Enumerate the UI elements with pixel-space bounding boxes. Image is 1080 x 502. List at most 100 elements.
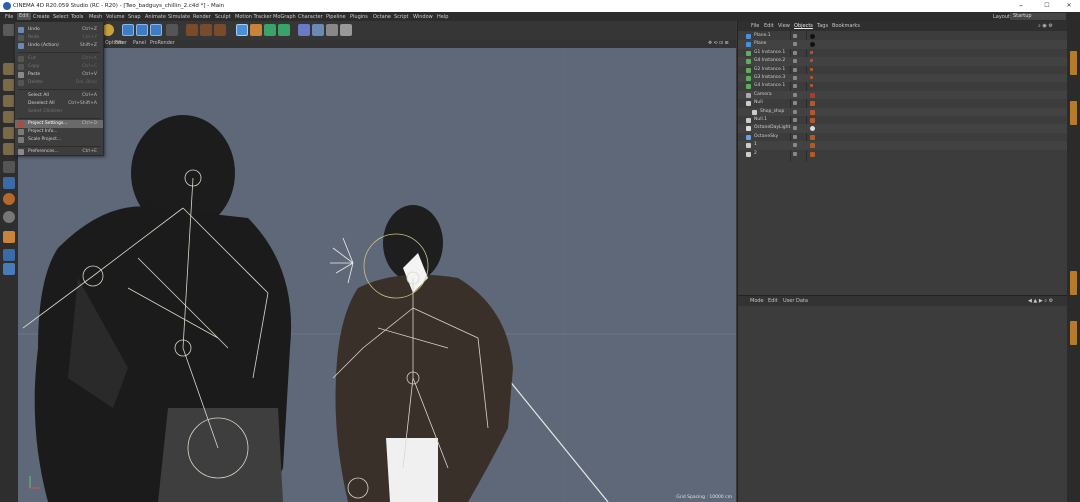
menu-item-scale-project[interactable]: Scale Project...	[15, 136, 103, 144]
object-name[interactable]: G4 Instance.1	[754, 82, 785, 90]
object-tag-icon[interactable]	[810, 67, 813, 71]
character-left[interactable]	[34, 115, 292, 502]
x-axis-lock-icon[interactable]	[122, 24, 134, 36]
om-menu-view[interactable]: View	[778, 23, 790, 29]
am-nav-icons[interactable]: ◀ ▲ ▶ ⌕ ⚙	[1028, 298, 1053, 304]
workplane-icon[interactable]	[3, 231, 15, 243]
object-name[interactable]: 2	[754, 150, 757, 158]
object-tag-icon[interactable]	[810, 34, 815, 39]
camera-icon[interactable]	[326, 24, 338, 36]
menu-render[interactable]: Render	[193, 14, 211, 20]
om-menu-tags[interactable]: Tags	[817, 23, 828, 29]
object-name[interactable]: Plane.1	[754, 32, 771, 40]
visibility-toggle-icon[interactable]	[793, 118, 797, 122]
visibility-toggle-icon[interactable]	[793, 101, 797, 106]
object-name[interactable]: G1 Instance.1	[754, 49, 785, 57]
object-tag-icon[interactable]	[810, 76, 813, 79]
close-button[interactable]: ✕	[1062, 1, 1076, 11]
visibility-toggle-icon[interactable]	[793, 34, 797, 38]
render-picture-viewer-icon[interactable]	[200, 24, 212, 36]
menu-simulate[interactable]: Simulate	[168, 14, 190, 20]
floor-icon[interactable]	[312, 24, 324, 36]
menu-item-redo[interactable]: Redo Ctrl+Y	[15, 34, 103, 42]
minimize-button[interactable]: –	[1014, 1, 1028, 11]
visibility-toggle-icon[interactable]	[793, 42, 797, 47]
menu-item-undo-action[interactable]: Undo (Action) Shift+Z	[15, 42, 103, 50]
menu-item-cut[interactable]: Cut Ctrl+X	[15, 55, 103, 63]
om-menu-file[interactable]: File	[751, 23, 759, 29]
menu-item-select-all[interactable]: Select All Ctrl+A	[15, 92, 103, 100]
coordinate-system-icon[interactable]	[166, 24, 178, 36]
menu-create[interactable]: Create	[33, 14, 50, 20]
dock-tab-objects[interactable]	[1070, 51, 1077, 75]
object-name[interactable]: Null	[754, 99, 763, 107]
menu-item-undo[interactable]: Undo Ctrl+Z	[15, 26, 103, 34]
am-menu-user-data[interactable]: User Data	[783, 298, 808, 304]
object-row[interactable]: Null.1	[738, 116, 1068, 124]
menu-character[interactable]: Character	[298, 14, 323, 20]
object-tag-icon[interactable]	[810, 50, 813, 54]
object-tag-icon[interactable]	[810, 118, 815, 123]
viewport-menu-prorender[interactable]: ProRender	[150, 41, 175, 46]
object-row[interactable]: G4 Instance.2	[738, 57, 1068, 66]
render-view-icon[interactable]	[186, 24, 198, 36]
menu-item-copy[interactable]: Copy Ctrl+C	[15, 63, 103, 71]
menu-help[interactable]: Help	[437, 14, 448, 20]
om-search-icon[interactable]: ⌕ ◉ ⚙	[1038, 23, 1053, 29]
object-row[interactable]: G2 Instance.1	[738, 66, 1068, 74]
visibility-toggle-icon[interactable]	[793, 109, 797, 114]
object-row[interactable]: 1	[738, 141, 1068, 150]
visibility-toggle-icon[interactable]	[793, 92, 797, 97]
object-tag-icon[interactable]	[810, 151, 815, 157]
viewport-menu-filter[interactable]: Filter	[115, 41, 127, 46]
visibility-toggle-icon[interactable]	[793, 59, 797, 64]
object-tag-icon[interactable]	[810, 126, 815, 132]
menu-pipeline[interactable]: Pipeline	[326, 14, 346, 20]
object-row[interactable]: Camera	[738, 90, 1068, 100]
menu-plugins[interactable]: Plugins	[350, 14, 368, 20]
visibility-toggle-icon[interactable]	[793, 67, 797, 72]
object-name[interactable]: Plane	[754, 40, 766, 48]
object-name[interactable]: OctaneDayLight	[754, 124, 790, 132]
dock-tab-attributes[interactable]	[1070, 271, 1077, 295]
light-icon[interactable]	[340, 24, 352, 36]
object-row[interactable]: Shop_shop	[738, 107, 1068, 116]
menu-animate[interactable]: Animate	[145, 14, 166, 20]
menu-item-delete[interactable]: Delete Del, Bksp	[15, 79, 103, 87]
menu-item-deselect-all[interactable]: Deselect All Ctrl+Shift+A	[15, 100, 103, 108]
solo-icon[interactable]	[3, 211, 15, 223]
menu-mesh[interactable]: Mesh	[89, 14, 102, 20]
visibility-toggle-icon[interactable]	[793, 76, 797, 80]
object-tag-icon[interactable]	[810, 134, 815, 140]
object-row[interactable]: 2	[738, 150, 1068, 158]
grid-icon[interactable]	[3, 249, 15, 261]
visibility-toggle-icon[interactable]	[793, 134, 797, 139]
menu-item-preferences[interactable]: Preferences... Ctrl+E	[15, 148, 103, 156]
object-row[interactable]: G4 Instance.1	[738, 82, 1068, 90]
om-menu-objects[interactable]: Objects	[794, 23, 813, 29]
menu-motion-tracker[interactable]: Motion Tracker	[235, 14, 272, 20]
menu-mograph[interactable]: MoGraph	[273, 14, 296, 20]
menu-item-paste[interactable]: Paste Ctrl+V	[15, 71, 103, 79]
menu-select[interactable]: Select	[53, 14, 68, 20]
object-name[interactable]: G3 Instance.3	[754, 74, 785, 82]
menu-script[interactable]: Script	[394, 14, 409, 20]
object-name[interactable]: G2 Instance.1	[754, 66, 785, 74]
menu-snap[interactable]: Snap	[128, 14, 141, 20]
dock-tab-content-browser[interactable]	[1070, 101, 1077, 125]
object-tag-icon[interactable]	[810, 109, 815, 115]
am-menu-edit[interactable]: Edit	[768, 298, 778, 304]
render-settings-icon[interactable]	[214, 24, 226, 36]
snapping-icon[interactable]	[3, 193, 15, 205]
subdivision-surface-icon[interactable]	[264, 24, 276, 36]
viewport-nav-icons[interactable]: ✥ ⟲ ⊡ ⊞	[708, 41, 729, 46]
menu-octane[interactable]: Octane	[373, 14, 391, 20]
array-icon[interactable]	[278, 24, 290, 36]
object-tag-icon[interactable]	[810, 59, 813, 63]
menu-window[interactable]: Window	[413, 14, 433, 20]
object-name[interactable]: OctaneSky	[754, 133, 778, 141]
pen-icon[interactable]	[250, 24, 262, 36]
visibility-toggle-icon[interactable]	[793, 143, 797, 148]
visibility-toggle-icon[interactable]	[793, 126, 797, 131]
object-row[interactable]: OctaneDayLight	[738, 124, 1068, 133]
